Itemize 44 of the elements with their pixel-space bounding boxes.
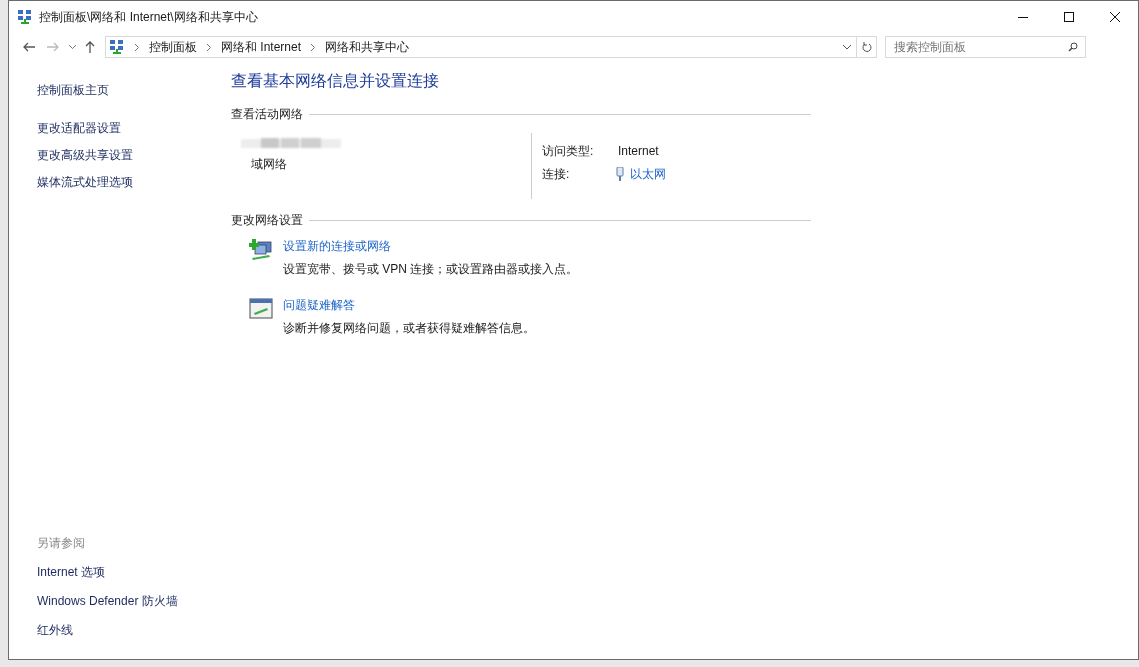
task-link[interactable]: 设置新的连接或网络 (283, 237, 579, 255)
task-description: 设置宽带、拨号或 VPN 连接；或设置路由器或接入点。 (283, 261, 579, 278)
chevron-right-icon (311, 43, 316, 51)
maximize-icon (1064, 12, 1074, 22)
network-type: 域网络 (251, 156, 288, 173)
minimize-icon (1018, 16, 1028, 18)
back-arrow-icon (23, 42, 35, 52)
address-bar[interactable]: 控制面板 网络和 Internet 网络和共享中心 (105, 36, 877, 58)
page-heading: 查看基本网络信息并设置连接 (231, 71, 440, 91)
network-icon (109, 39, 125, 55)
field-value: Internet (618, 143, 659, 160)
refresh-icon (861, 41, 872, 53)
sidebar-link[interactable]: 红外线 (37, 621, 231, 639)
window-title: 控制面板\网络和 Internet\网络和共享中心 (39, 9, 258, 26)
task-link[interactable]: 问题疑难解答 (283, 296, 535, 314)
field-label: 连接: (542, 166, 571, 183)
see-also-heading: 另请参阅 (37, 535, 86, 552)
breadcrumb-item[interactable]: 网络和共享中心 (325, 38, 410, 56)
sidebar-link[interactable]: Windows Defender 防火墙 (37, 592, 231, 610)
connection-link[interactable]: 以太网 (630, 165, 666, 183)
sidebar-link[interactable]: Internet 选项 (37, 563, 231, 581)
sidebar-link[interactable]: 更改适配器设置 (37, 119, 231, 137)
section-heading: 查看活动网络 (231, 106, 303, 123)
search-icon (1068, 42, 1078, 52)
chevron-right-icon (135, 43, 139, 51)
forward-arrow-icon (47, 42, 59, 52)
chevron-down-icon (68, 45, 76, 49)
chevron-down-icon (843, 44, 851, 50)
task-description: 诊断并修复网络问题，或者获得疑难解答信息。 (283, 320, 535, 337)
network-setup-icon (249, 239, 273, 261)
close-icon (1110, 12, 1120, 22)
search-field[interactable]: 搜索控制面板 (885, 36, 1086, 58)
section-heading: 更改网络设置 (231, 212, 303, 229)
ethernet-plug-icon (616, 167, 624, 181)
sidebar-link[interactable]: 媒体流式处理选项 (37, 173, 231, 191)
network-icon (17, 9, 33, 25)
field-label: 访问类型: (542, 143, 595, 160)
breadcrumb-item[interactable]: 控制面板 (149, 38, 197, 56)
sidebar-link[interactable]: 控制面板主页 (37, 81, 231, 99)
breadcrumb-item[interactable]: 网络和 Internet (221, 38, 302, 56)
sidebar-link[interactable]: 更改高级共享设置 (37, 146, 231, 164)
troubleshoot-icon (249, 298, 273, 320)
chevron-right-icon (207, 43, 211, 51)
up-arrow-icon (85, 41, 95, 53)
